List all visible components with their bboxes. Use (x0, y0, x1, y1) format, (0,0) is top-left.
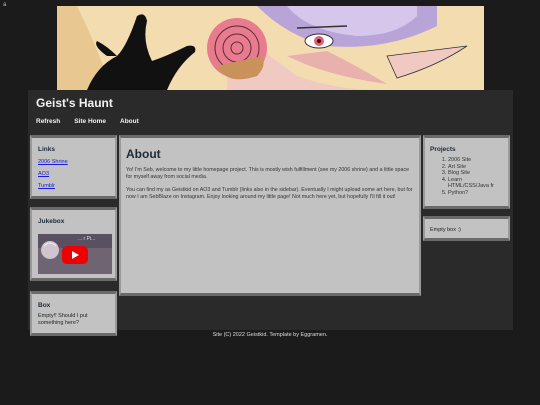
link-2006-shrine[interactable]: 2006 Shrine (38, 159, 109, 165)
project-item: Python? (448, 190, 503, 197)
jukebox-video-embed[interactable]: ... r Pi... (38, 234, 112, 274)
empty-box: Empty box :) (423, 216, 510, 241)
links-title: Links (38, 146, 55, 153)
site-title: Geist's Haunt (36, 96, 113, 110)
project-item: 2006 Site (448, 157, 503, 164)
about-paragraph-2: You can find my as Geistkid on AO3 and T… (126, 187, 413, 200)
page-title: About (126, 147, 161, 161)
corner-text: a (3, 2, 7, 8)
link-tumblr[interactable]: Tumblr (38, 183, 109, 189)
link-ao3[interactable]: AO3 (38, 171, 109, 177)
video-title: ... r Pi... (78, 236, 96, 242)
jukebox-title: Jukebox (38, 218, 65, 225)
project-item: Learn HTML/CSS/Java fr (448, 177, 503, 190)
about-paragraph-1: Yo! I'm Seb, welcome to my little homepa… (126, 167, 410, 180)
top-nav: Refresh Site Home About (36, 118, 139, 125)
box-title: Box (38, 302, 51, 309)
youtube-play-icon[interactable] (62, 246, 88, 264)
box-text: Empty!! Should I put something here? (38, 313, 88, 326)
links-box: Links 2006 Shrine AO3 Tumblr (30, 135, 117, 199)
header-banner-image (57, 6, 484, 90)
project-item: Blog Site (448, 170, 503, 177)
jukebox-box: Jukebox ... r Pi... (30, 207, 117, 281)
nav-refresh[interactable]: Refresh (36, 118, 60, 125)
footer-text: Site (C) 2022 Geistkid. Template by Eggr… (212, 332, 328, 338)
box-widget: Box Empty!! Should I put something here? (30, 291, 117, 336)
empty-box-text: Empty box :) (430, 227, 461, 233)
projects-box: Projects 2006 Site Art Site Blog Site Le… (423, 135, 510, 209)
projects-title: Projects (430, 146, 456, 153)
about-section: About Yo! I'm Seb, welcome to my little … (119, 135, 421, 296)
project-item: Art Site (448, 164, 503, 171)
nav-site-home[interactable]: Site Home (74, 118, 106, 125)
nav-about[interactable]: About (120, 118, 139, 125)
projects-list: 2006 Site Art Site Blog Site Learn HTML/… (430, 157, 503, 197)
